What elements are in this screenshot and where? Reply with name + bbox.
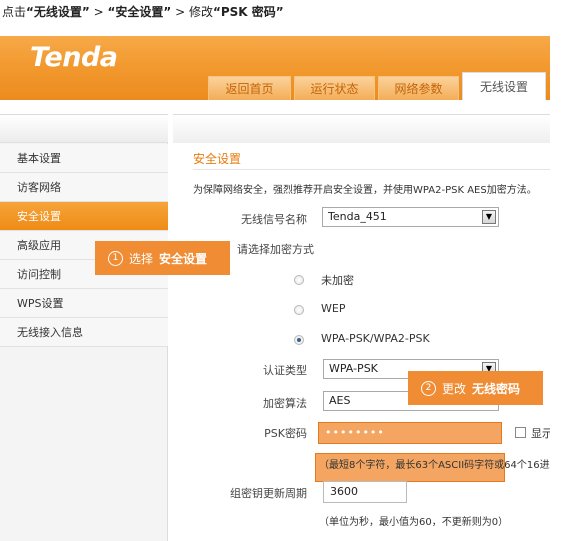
security-description: 为保障网络安全，强烈推荐开启安全设置，并使用WPA2-PSK AES加密方法。 bbox=[193, 185, 537, 196]
radio-wep[interactable] bbox=[294, 305, 304, 315]
sidebar-header-strip bbox=[0, 115, 168, 143]
auth-type-label: 认证类型 bbox=[263, 364, 307, 377]
content-panel: 安全设置 为保障网络安全，强烈推荐开启安全设置，并使用WPA2-PSK AES加… bbox=[173, 114, 550, 541]
sidebar-item-wps[interactable]: WPS设置 bbox=[0, 289, 168, 318]
callout-number-2: 2 bbox=[421, 380, 436, 396]
sidebar-item-security[interactable]: 安全设置 bbox=[0, 202, 168, 231]
callout-step-1: 1 选择 安全设置 bbox=[95, 241, 230, 275]
section-divider bbox=[193, 169, 550, 170]
show-password-checkbox[interactable] bbox=[515, 427, 526, 438]
show-password-label: 显示 bbox=[531, 427, 550, 440]
callout-bold-1: 安全设置 bbox=[159, 251, 208, 266]
tab-network[interactable]: 网络参数 bbox=[378, 76, 459, 100]
instruction-sep-1: > bbox=[89, 5, 108, 19]
instruction-step-1: “无线设置” bbox=[26, 5, 90, 19]
ssid-label: 无线信号名称 bbox=[241, 213, 307, 226]
callout-text-1: 选择 bbox=[129, 251, 154, 266]
instruction-step-2: “安全设置” bbox=[107, 5, 172, 19]
ssid-value: Tenda_451 bbox=[328, 210, 387, 223]
rekey-label: 组密钥更新周期 bbox=[230, 487, 307, 500]
callout-text-2: 更改 bbox=[442, 381, 467, 396]
rekey-hint: （单位为秒，最小值为60，不更新则为0） bbox=[319, 517, 509, 528]
auth-type-value: WPA-PSK bbox=[329, 362, 378, 375]
chevron-down-icon: ▼ bbox=[482, 210, 496, 224]
instruction-step-3: “PSK 密码” bbox=[212, 5, 284, 19]
tab-home[interactable]: 返回首页 bbox=[208, 76, 291, 100]
algorithm-label: 加密算法 bbox=[263, 397, 307, 410]
sidebar-item-guest[interactable]: 访客网络 bbox=[0, 173, 168, 202]
psk-label: PSK密码 bbox=[264, 427, 307, 440]
tab-wireless[interactable]: 无线设置 bbox=[462, 72, 546, 100]
ssid-select[interactable]: Tenda_451 ▼ bbox=[322, 207, 499, 227]
sidebar-item-basic[interactable]: 基本设置 bbox=[0, 144, 168, 173]
encryption-prompt: 请选择加密方式 bbox=[237, 243, 314, 256]
instruction-text: 点击“无线设置” > “安全设置” > 修改“PSK 密码” bbox=[2, 3, 284, 20]
radio-none[interactable] bbox=[294, 275, 304, 285]
option-wpa-label: WPA-PSK/WPA2-PSK bbox=[321, 332, 430, 345]
callout-bold-2: 无线密码 bbox=[472, 381, 521, 396]
sidebar: 基本设置 访客网络 安全设置 高级应用 访问控制 WPS设置 无线接入信息 bbox=[0, 114, 168, 541]
instruction-prefix: 点击 bbox=[2, 5, 27, 19]
option-wep-label: WEP bbox=[321, 302, 346, 315]
content-header-strip bbox=[173, 115, 550, 143]
algorithm-value: AES bbox=[329, 394, 351, 407]
section-title: 安全设置 bbox=[193, 152, 242, 166]
router-admin-window: Tenda 返回首页 运行状态 网络参数 无线设置 基本设置 访客网络 安全设置… bbox=[0, 36, 550, 541]
sidebar-item-client-info[interactable]: 无线接入信息 bbox=[0, 318, 168, 347]
instruction-sep-2: > 修改 bbox=[171, 5, 213, 19]
psk-hint: （最短8个字符，最长63个ASCII码字符或64个16进制字符） bbox=[319, 460, 550, 471]
tab-status[interactable]: 运行状态 bbox=[294, 76, 375, 100]
psk-password-input[interactable]: •••••••• bbox=[318, 422, 502, 444]
rekey-input[interactable]: 3600 bbox=[323, 481, 407, 503]
callout-step-2: 2 更改 无线密码 bbox=[408, 371, 543, 405]
callout-number-1: 1 bbox=[108, 250, 123, 266]
radio-wpa[interactable] bbox=[294, 335, 304, 345]
option-none-label: 未加密 bbox=[321, 274, 354, 287]
tenda-logo: Tenda bbox=[30, 42, 118, 73]
main-nav-tabs: 返回首页 运行状态 网络参数 无线设置 bbox=[208, 72, 549, 100]
top-header: Tenda 返回首页 运行状态 网络参数 无线设置 bbox=[0, 36, 550, 100]
